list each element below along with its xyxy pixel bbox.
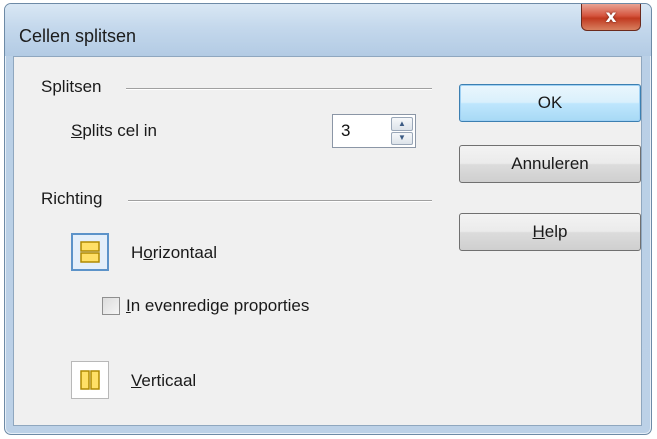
cancel-button[interactable]: Annuleren [459, 145, 641, 183]
window-title: Cellen splitsen [19, 26, 137, 46]
chevron-up-icon: ▲ [398, 118, 406, 128]
proportional-label[interactable]: In evenredige proporties [126, 296, 309, 316]
dialog-window: Cellen splitsen x Splitsen Splits cel in… [4, 3, 652, 435]
help-button[interactable]: Help [459, 213, 641, 251]
vertical-option-label[interactable]: Verticaal [131, 371, 196, 391]
ok-button[interactable]: OK [459, 84, 641, 122]
proportional-checkbox[interactable] [102, 297, 120, 315]
close-icon: x [605, 7, 617, 27]
split-section-divider [126, 88, 432, 90]
horizontal-option-label[interactable]: Horizontaal [131, 243, 217, 263]
chevron-down-icon: ▼ [398, 133, 406, 143]
split-count-value[interactable]: 3 [341, 121, 350, 141]
direction-section-divider [128, 200, 432, 202]
close-button[interactable]: x [581, 4, 641, 31]
split-count-stepper[interactable]: 3 ▲ ▼ [332, 114, 416, 148]
horizontal-split-option[interactable] [71, 233, 109, 271]
title-bar[interactable]: Cellen splitsen x [5, 4, 651, 56]
split-section-title: Splitsen [41, 77, 102, 96]
direction-section-title: Richting [41, 189, 103, 208]
dialog-body: Splitsen Splits cel in 3 ▲ ▼ Richting Ho… [13, 56, 642, 426]
stepper-up-button[interactable]: ▲ [391, 117, 413, 131]
stepper-down-button[interactable]: ▼ [391, 131, 413, 145]
split-cells-label: Splits cel in [71, 121, 157, 140]
vertical-split-icon [80, 370, 100, 390]
stepper-buttons: ▲ ▼ [391, 117, 413, 145]
horizontal-split-icon [80, 241, 100, 263]
vertical-split-option[interactable] [71, 361, 109, 399]
